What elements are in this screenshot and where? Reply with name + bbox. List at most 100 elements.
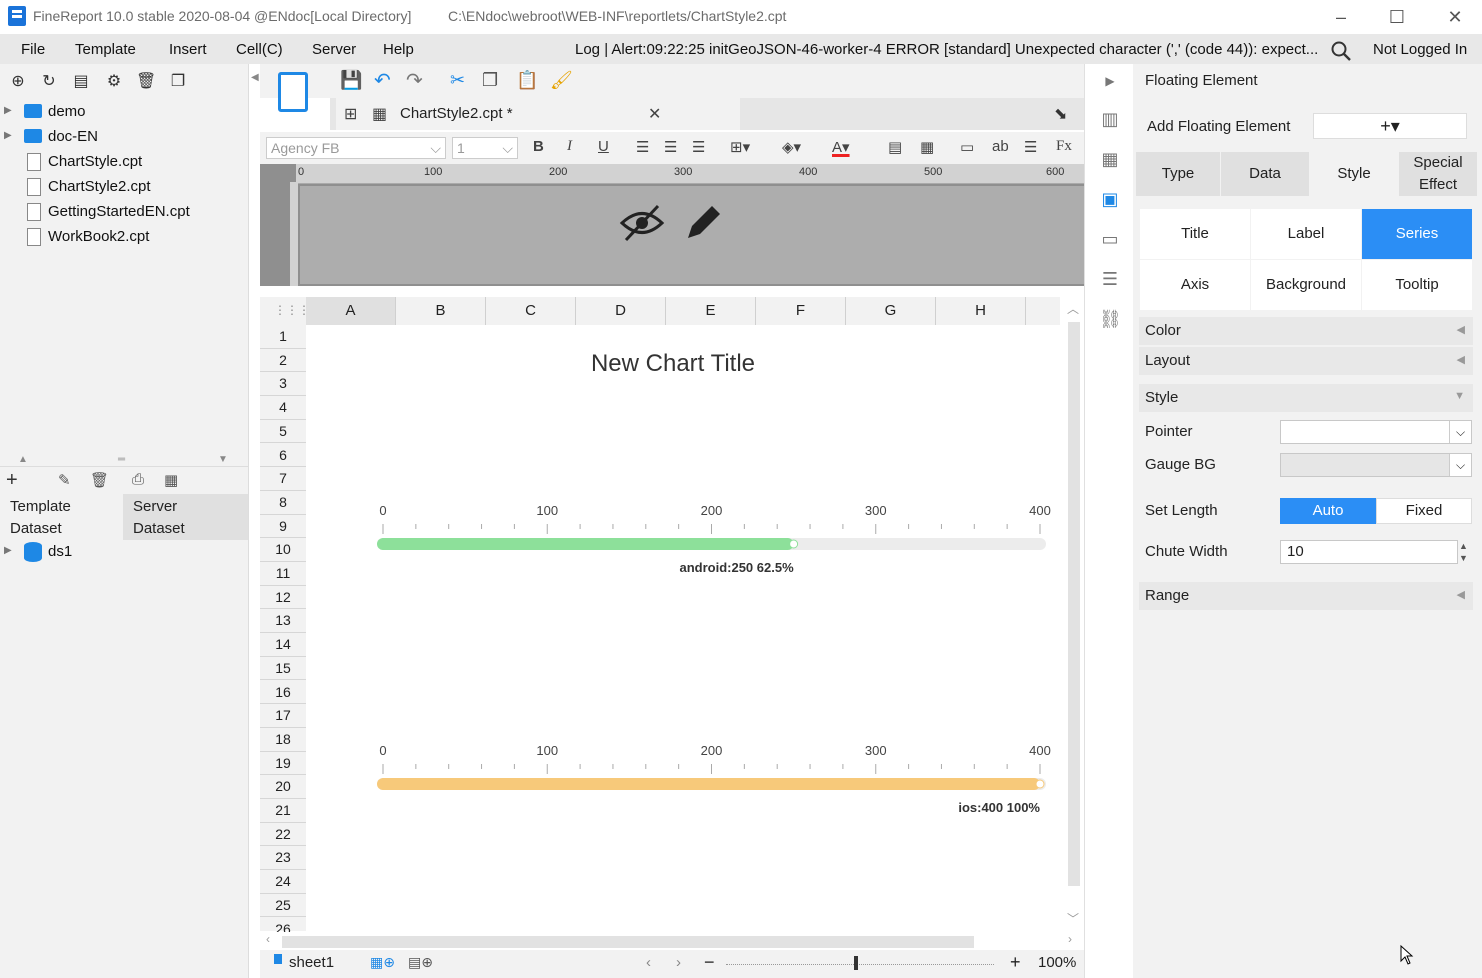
widget-icon[interactable]: ▭ (1099, 228, 1121, 250)
menu-template[interactable]: Template (75, 41, 136, 58)
row-header-cell[interactable]: 17 (260, 704, 306, 728)
align-right-icon[interactable]: ☰ (692, 138, 705, 156)
copy-icon[interactable]: ❐ (168, 72, 188, 92)
zoom-slider-thumb[interactable] (854, 956, 858, 970)
tree-item-ds1[interactable]: ▶ ds1 (0, 540, 248, 564)
cell-element-icon[interactable]: ▦ (1099, 148, 1121, 170)
italic-icon[interactable]: I (567, 138, 572, 155)
menu-server[interactable]: Server (312, 41, 356, 58)
row-header-cell[interactable]: 7 (260, 467, 306, 491)
column-header-cell[interactable]: B (396, 297, 486, 325)
row-header-cell[interactable]: 12 (260, 586, 306, 610)
tab-template-dataset[interactable]: Template Dataset (0, 494, 122, 540)
add-dataset-icon[interactable]: + (6, 469, 18, 492)
row-header-cell[interactable]: 22 (260, 823, 306, 847)
row-header-cell[interactable]: 24 (260, 870, 306, 894)
scroll-right-icon[interactable]: › (1068, 932, 1072, 946)
maximize-button[interactable]: ☐ (1374, 4, 1420, 30)
bold-icon[interactable]: B (533, 138, 544, 155)
column-header-cell[interactable]: E (666, 297, 756, 325)
split-icon[interactable]: ▦ (920, 138, 934, 156)
row-header-cell[interactable]: 21 (260, 799, 306, 823)
search-icon[interactable] (1330, 40, 1352, 62)
copy-cell-icon[interactable]: ❐ (482, 70, 498, 91)
row-header-cell[interactable]: 1 (260, 325, 306, 349)
menu-help[interactable]: Help (383, 41, 414, 58)
expand-arrow-icon[interactable]: ▶ (4, 545, 12, 556)
column-header-cell[interactable]: F (756, 297, 846, 325)
undo-icon[interactable]: ↶ (374, 68, 391, 93)
collapse-left-icon[interactable]: ◀ (251, 72, 259, 83)
section-style[interactable]: Style ▼ (1139, 384, 1473, 412)
section-range[interactable]: Range ◀ (1139, 582, 1473, 610)
delete-icon[interactable]: 🗑 (136, 72, 156, 92)
scroll-thumb[interactable] (1068, 322, 1080, 886)
font-size-select[interactable]: 1 ⌵ (452, 137, 518, 159)
delete-dataset-icon[interactable]: 🗑 (90, 471, 109, 489)
condition-icon[interactable]: ☰ (1099, 268, 1121, 290)
expand-right-icon[interactable]: ▶ (1099, 70, 1121, 92)
row-header-cell[interactable]: 11 (260, 562, 306, 586)
tab-data[interactable]: Data (1221, 152, 1309, 196)
align-left-icon[interactable]: ☰ (636, 138, 649, 156)
row-header-cell[interactable]: 19 (260, 752, 306, 776)
section-color[interactable]: Color ◀ (1139, 317, 1473, 345)
pointer-color-select[interactable]: ⌵ (1280, 420, 1472, 444)
tab-type[interactable]: Type (1136, 152, 1220, 196)
left-collapse-strip[interactable]: ◀ (248, 64, 260, 978)
row-header-cell[interactable]: 9 (260, 515, 306, 539)
paste-icon[interactable]: 📋 (516, 70, 538, 91)
tree-item-demo[interactable]: ▶ demo (0, 100, 248, 124)
text-icon[interactable]: ab (992, 138, 1009, 155)
tree-item-workbook2[interactable]: WorkBook2.cpt (0, 225, 248, 249)
collapse-down-icon[interactable]: ▼ (218, 454, 228, 465)
tree-item-gettingstarted[interactable]: GettingStartedEN.cpt (0, 200, 248, 224)
gauge-bg-select[interactable]: ⌵ (1280, 453, 1472, 477)
sub-tab-series[interactable]: Series (1362, 209, 1472, 259)
column-header-cell[interactable]: G (846, 297, 936, 325)
row-header-cell[interactable]: 25 (260, 894, 306, 918)
row-header-cell[interactable]: 23 (260, 846, 306, 871)
section-layout[interactable]: Layout ◀ (1139, 347, 1473, 375)
fill-color-icon[interactable]: ◈▾ (782, 138, 801, 156)
drag-handle-icon[interactable]: ═ (118, 454, 125, 465)
tab-server-dataset[interactable]: Server Dataset (123, 494, 248, 540)
scroll-down-icon[interactable]: ﹀ (1067, 910, 1079, 927)
redo-icon[interactable]: ↷ (406, 68, 423, 93)
close-tab-icon[interactable]: ✕ (648, 104, 661, 124)
tree-item-chartstyle[interactable]: ChartStyle.cpt (0, 150, 248, 174)
zoom-out-button[interactable]: − (704, 952, 715, 973)
font-color-icon[interactable]: A▾ (832, 138, 850, 156)
sheet-tab[interactable]: sheet1 (289, 954, 334, 971)
row-header-cell[interactable]: 14 (260, 633, 306, 657)
scroll-thumb[interactable] (282, 936, 974, 948)
row-header-cell[interactable]: 4 (260, 396, 306, 420)
server-dataset-icon[interactable]: ▦ (164, 471, 178, 489)
column-header-cell[interactable]: C (486, 297, 576, 325)
prev-sheet-icon[interactable]: ‹ (646, 954, 651, 971)
add-floating-button[interactable]: +▾ (1313, 113, 1467, 139)
collapse-up-icon[interactable]: ▲ (18, 454, 28, 465)
tab-special-effect[interactable]: Special Effect (1399, 152, 1477, 196)
wrap-icon[interactable]: ▭ (960, 138, 974, 156)
row-header-cell[interactable]: 10 (260, 538, 306, 562)
sub-tab-background[interactable]: Background (1251, 260, 1361, 310)
scroll-up-icon[interactable]: ︿ (1067, 300, 1079, 317)
column-header-cell[interactable]: D (576, 297, 666, 325)
login-status[interactable]: Not Logged In (1373, 41, 1467, 58)
list-icon[interactable]: ☰ (1024, 138, 1037, 156)
menu-cell[interactable]: Cell(C) (236, 41, 283, 58)
font-select[interactable]: Agency FB ⌵ (266, 137, 446, 159)
row-header-cell[interactable]: 15 (260, 657, 306, 681)
row-header-cell[interactable]: 3 (260, 372, 306, 397)
template-design-icon[interactable] (278, 72, 308, 112)
row-header-cell[interactable]: 5 (260, 420, 306, 444)
select-all-icon[interactable]: ⋮⋮⋮ (274, 303, 310, 317)
edit-pencil-icon[interactable] (682, 200, 724, 244)
merge-icon[interactable]: ▤ (888, 138, 902, 156)
next-sheet-icon[interactable]: › (676, 954, 681, 971)
cell-attribute-icon[interactable]: ▥ (1099, 108, 1121, 130)
hyperlink-icon[interactable]: ⛓ (1099, 308, 1122, 330)
tab-style[interactable]: Style (1310, 152, 1398, 196)
gauge-chart[interactable]: New Chart Title 0 100 200 300 400 android:250… (306, 325, 1060, 931)
